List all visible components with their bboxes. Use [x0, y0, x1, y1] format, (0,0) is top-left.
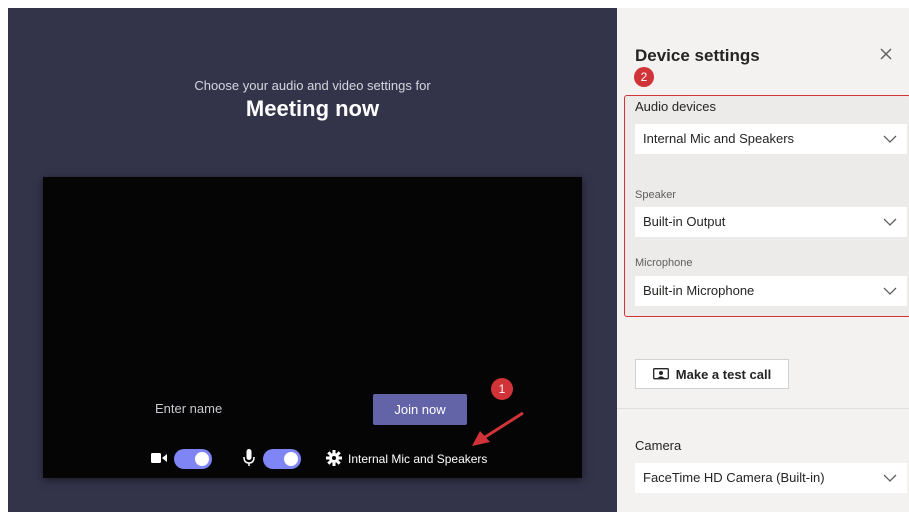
- gear-icon[interactable]: [326, 450, 342, 466]
- camera-heading: Camera: [635, 438, 682, 453]
- section-divider: [617, 408, 909, 409]
- join-now-button[interactable]: Join now: [373, 394, 467, 425]
- speaker-label: Speaker: [635, 189, 676, 201]
- camera-toggle[interactable]: [174, 449, 212, 469]
- audio-device-dropdown[interactable]: Internal Mic and Speakers: [635, 124, 907, 154]
- speaker-dropdown[interactable]: Built-in Output: [635, 207, 907, 237]
- microphone-icon: [243, 449, 255, 466]
- close-icon[interactable]: [877, 45, 895, 63]
- microphone-label: Microphone: [635, 257, 693, 269]
- step-badge-2: 2: [634, 67, 654, 87]
- microphone-toggle[interactable]: [263, 449, 301, 469]
- microphone-dropdown[interactable]: Built-in Microphone: [635, 276, 907, 306]
- pointer-arrow-icon: [472, 411, 524, 446]
- camera-icon: [151, 453, 167, 463]
- prejoin-subtitle: Choose your audio and video settings for: [194, 78, 431, 93]
- speaker-value: Built-in Output: [643, 214, 726, 229]
- test-call-button[interactable]: Make a test call: [635, 359, 789, 389]
- microphone-value: Built-in Microphone: [643, 283, 755, 298]
- prejoin-screen: Choose your audio and video settings for…: [8, 8, 617, 512]
- test-call-label: Make a test call: [675, 366, 772, 382]
- chevron-down-icon: [883, 135, 897, 143]
- audio-devices-heading: Audio devices: [635, 99, 716, 114]
- test-call-icon: [652, 367, 669, 379]
- camera-dropdown[interactable]: FaceTime HD Camera (Built-in): [635, 463, 907, 493]
- camera-value: FaceTime HD Camera (Built-in): [643, 470, 825, 485]
- step-badge-1: 1: [491, 378, 513, 400]
- video-preview: Enter name Join now 1 Internal Mic and S…: [43, 177, 582, 478]
- chevron-down-icon: [883, 287, 897, 295]
- device-settings-panel: Device settings 2 Audio devices Internal…: [617, 8, 909, 512]
- chevron-down-icon: [883, 474, 897, 482]
- audio-device-label[interactable]: Internal Mic and Speakers: [348, 452, 487, 466]
- name-input[interactable]: Enter name: [155, 399, 305, 419]
- meeting-title: Meeting now: [245, 96, 380, 121]
- audio-device-value: Internal Mic and Speakers: [643, 131, 795, 146]
- panel-title: Device settings: [635, 46, 760, 65]
- chevron-down-icon: [883, 218, 897, 226]
- device-controls: Internal Mic and Speakers: [43, 449, 582, 471]
